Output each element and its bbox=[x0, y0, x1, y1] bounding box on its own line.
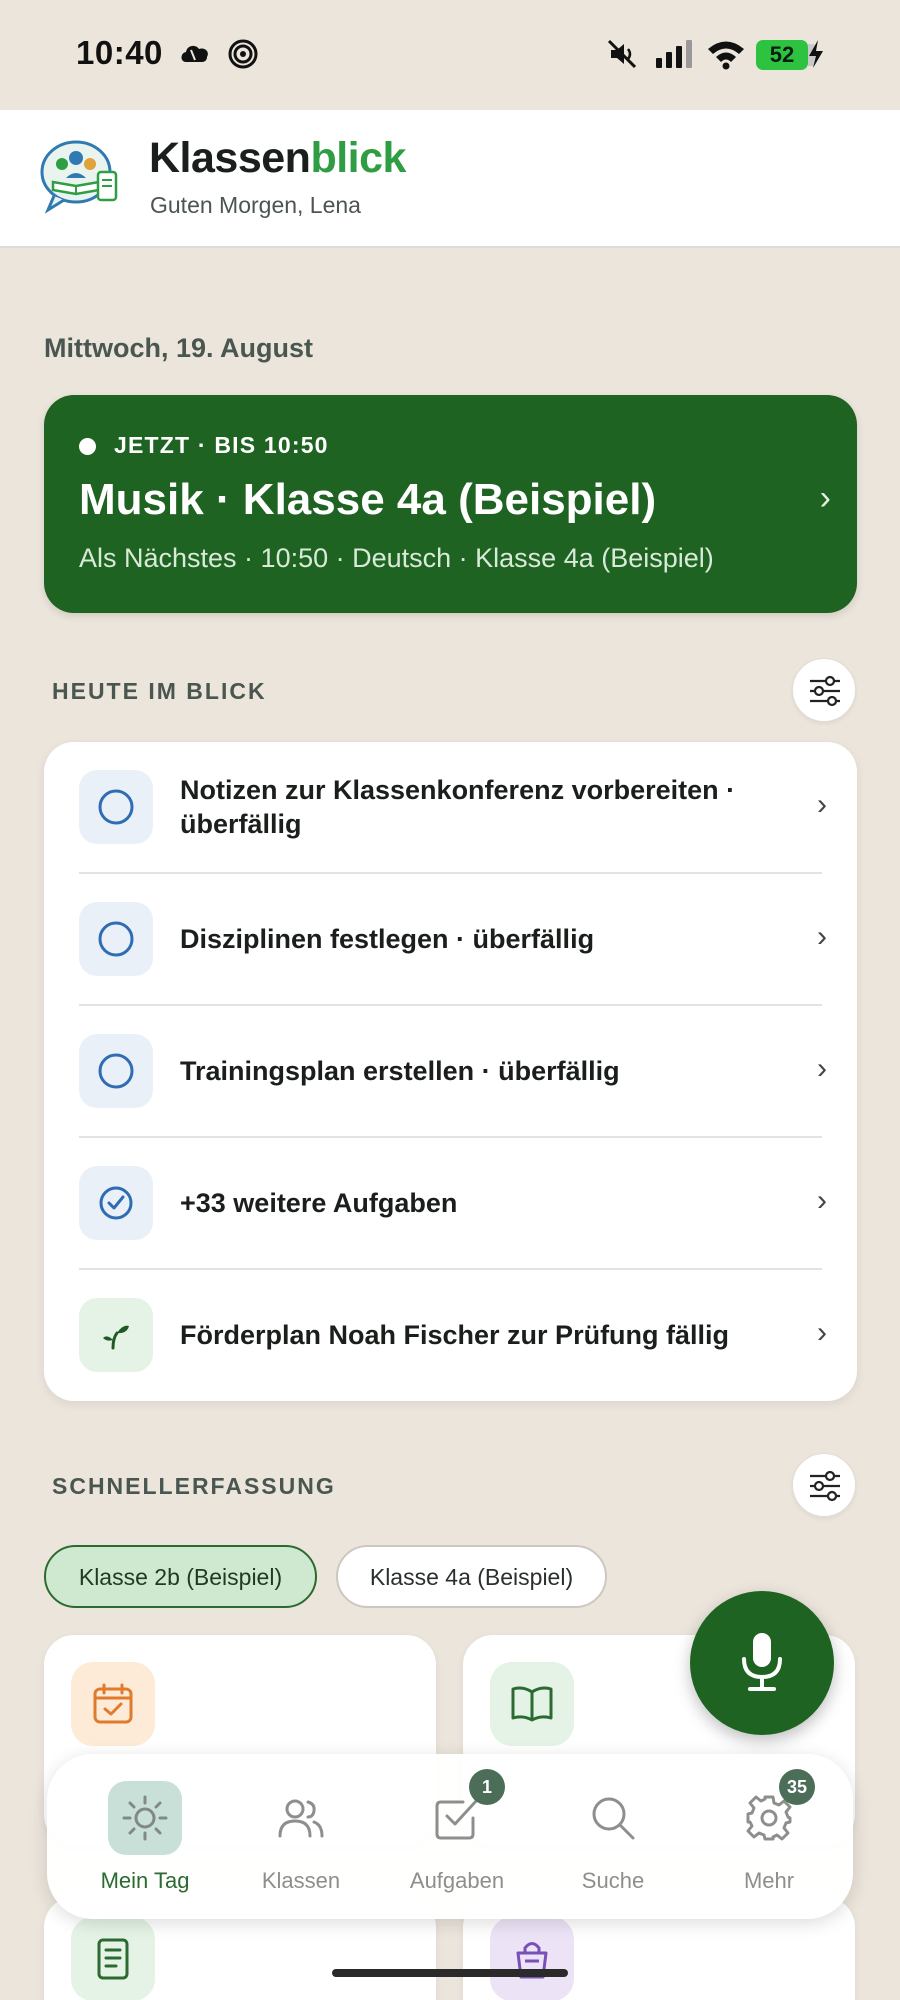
microphone-icon bbox=[742, 1633, 782, 1691]
class-chip-4a[interactable]: Klasse 4a (Beispiel) bbox=[336, 1545, 607, 1608]
nav-item-mein-tag[interactable]: Mein Tag bbox=[67, 1754, 223, 1919]
sun-icon bbox=[108, 1781, 182, 1855]
current-lesson-status: JETZT · BIS 10:50 bbox=[114, 432, 329, 458]
spiral-icon bbox=[227, 38, 259, 75]
check-circle-icon bbox=[79, 1166, 153, 1240]
status-bar: 10:40 52 bbox=[0, 0, 900, 110]
live-dot-icon bbox=[79, 438, 96, 455]
document-icon bbox=[71, 1917, 155, 2000]
task-label: Notizen zur Klassenkonferenz vorbereiten… bbox=[180, 775, 736, 839]
people-icon bbox=[264, 1781, 338, 1855]
chevron-right-icon: › bbox=[817, 920, 827, 953]
greeting: Guten Morgen, Lena bbox=[150, 192, 361, 218]
task-label: +33 weitere Aufgaben bbox=[180, 1188, 458, 1218]
nav-item-mehr[interactable]: 35 Mehr bbox=[691, 1754, 847, 1919]
nav-item-klassen[interactable]: Klassen bbox=[223, 1754, 379, 1919]
cloud-icon bbox=[178, 38, 212, 73]
app-logo-icon bbox=[38, 134, 124, 220]
class-chip-2b[interactable]: Klasse 2b (Beispiel) bbox=[44, 1545, 317, 1608]
app-title-main: Klassen bbox=[149, 134, 311, 182]
status-time: 10:40 bbox=[76, 34, 163, 71]
today-filter-button[interactable] bbox=[792, 658, 856, 722]
search-icon bbox=[576, 1781, 650, 1855]
section-title-today: HEUTE IM BLICK bbox=[52, 678, 267, 704]
aufgaben-badge: 1 bbox=[469, 1769, 505, 1805]
task-row[interactable]: +33 weitere Aufgaben › bbox=[44, 1138, 857, 1270]
task-row[interactable]: Trainingsplan erstellen · überfällig › bbox=[44, 1006, 857, 1138]
circle-outline-icon[interactable] bbox=[79, 770, 153, 844]
current-lesson-title: Musik · Klasse 4a (Beispiel) bbox=[79, 475, 657, 524]
nav-label: Klassen bbox=[261, 1868, 341, 1893]
nav-item-aufgaben[interactable]: 1 Aufgaben bbox=[379, 1754, 535, 1919]
current-lesson-card[interactable]: JETZT · BIS 10:50 Musik · Klasse 4a (Bei… bbox=[44, 395, 857, 613]
chevron-right-icon: › bbox=[819, 479, 831, 517]
charging-icon bbox=[806, 38, 826, 75]
chevron-right-icon: › bbox=[817, 1052, 827, 1085]
task-row[interactable]: Förderplan Noah Fischer zur Prüfung fäll… bbox=[44, 1270, 857, 1402]
circle-outline-icon[interactable] bbox=[79, 1034, 153, 1108]
section-title-quick-capture: SCHNELLERFASSUNG bbox=[52, 1473, 336, 1499]
date-label: Mittwoch, 19. August bbox=[44, 333, 313, 363]
app-title: Klassenblick bbox=[149, 134, 406, 183]
app-title-accent: blick bbox=[310, 134, 406, 182]
bag-icon bbox=[490, 1917, 574, 2000]
mute-icon bbox=[606, 38, 638, 75]
circle-outline-icon[interactable] bbox=[79, 902, 153, 976]
quick-capture-filter-button[interactable] bbox=[792, 1453, 856, 1517]
nav-label: Suche bbox=[581, 1868, 645, 1893]
home-indicator[interactable] bbox=[332, 1969, 568, 1977]
battery-icon: 52 bbox=[756, 40, 808, 70]
nav-label: Aufgaben bbox=[409, 1868, 505, 1893]
sprout-icon bbox=[79, 1298, 153, 1372]
app-header: Klassenblick Guten Morgen, Lena bbox=[0, 110, 900, 248]
calendar-check-icon bbox=[71, 1662, 155, 1746]
bottom-navigation: Mein Tag Klassen 1 Aufgaben Suche 35 Meh… bbox=[47, 1754, 853, 1919]
next-lesson-info: Als Nächstes · 10:50 · Deutsch · Klasse … bbox=[79, 543, 714, 573]
book-open-icon bbox=[490, 1662, 574, 1746]
today-tasks-card: Notizen zur Klassenkonferenz vorbereiten… bbox=[44, 742, 857, 1401]
task-label: Förderplan Noah Fischer zur Prüfung fäll… bbox=[180, 1320, 730, 1350]
nav-item-suche[interactable]: Suche bbox=[535, 1754, 691, 1919]
wifi-icon bbox=[706, 38, 746, 75]
signal-icon bbox=[654, 38, 694, 75]
task-row[interactable]: Disziplinen festlegen · überfällig › bbox=[44, 874, 857, 1006]
nav-label: Mehr bbox=[743, 1868, 795, 1893]
sliders-icon bbox=[810, 675, 840, 707]
task-label: Disziplinen festlegen · überfällig bbox=[180, 924, 595, 954]
task-label: Trainingsplan erstellen · überfällig bbox=[180, 1056, 620, 1086]
chevron-right-icon: › bbox=[817, 1184, 827, 1217]
task-row[interactable]: Notizen zur Klassenkonferenz vorbereiten… bbox=[44, 742, 857, 874]
mehr-badge: 35 bbox=[779, 1769, 815, 1805]
sliders-icon bbox=[810, 1470, 840, 1502]
chevron-right-icon: › bbox=[817, 788, 827, 821]
nav-label: Mein Tag bbox=[100, 1868, 190, 1893]
voice-capture-button[interactable] bbox=[690, 1591, 834, 1735]
chevron-right-icon: › bbox=[817, 1316, 827, 1349]
